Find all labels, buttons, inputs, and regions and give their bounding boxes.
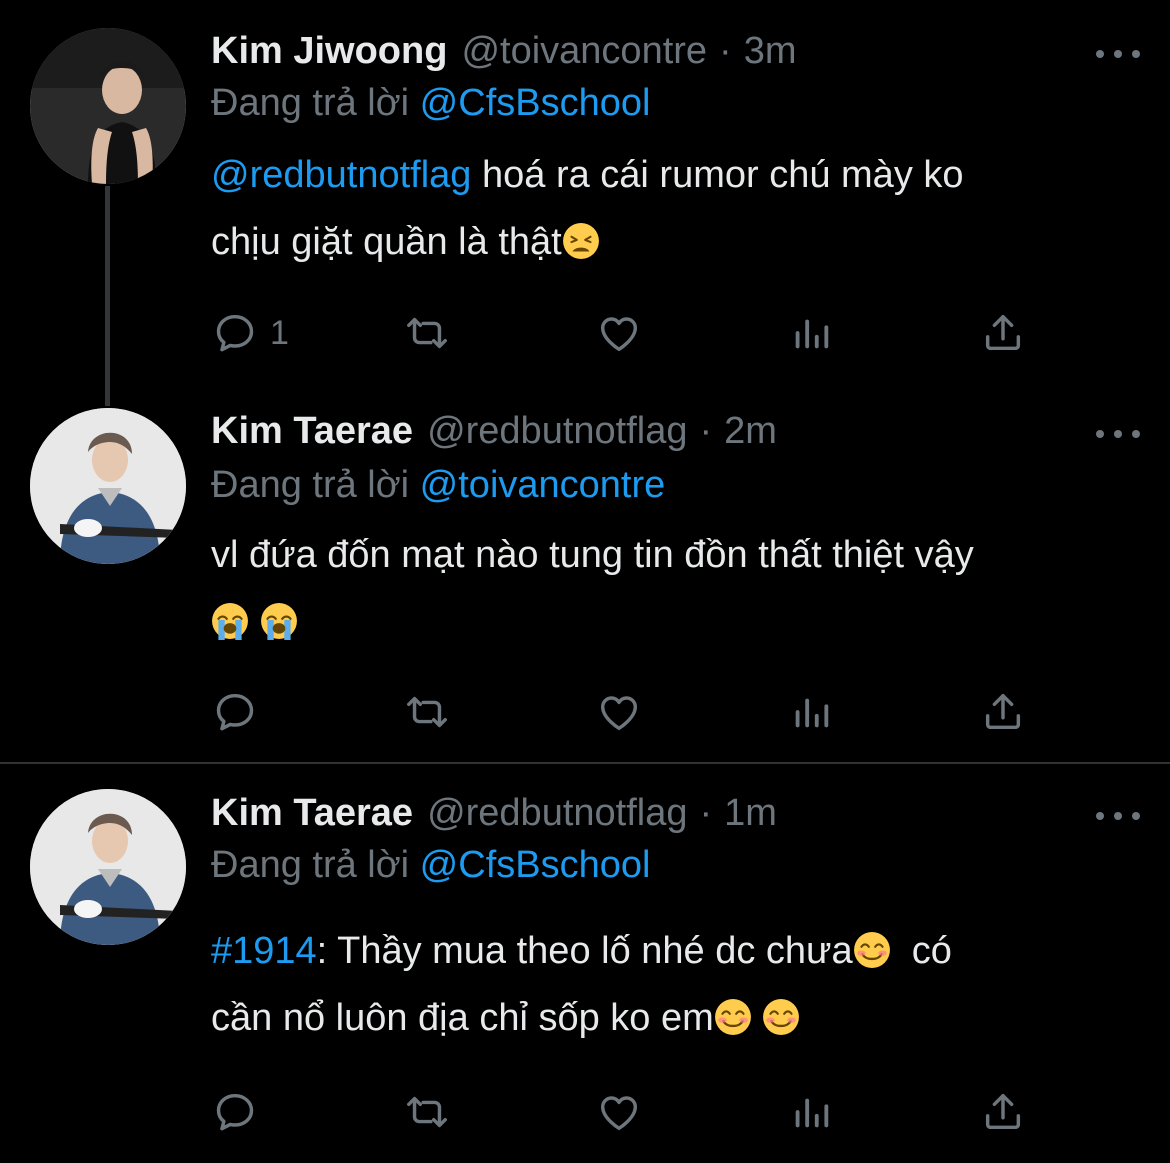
tweet-text: #1914: Thầy mua theo lố nhé dc chưa có c… [211,918,1131,1052]
share-icon [980,1089,1026,1135]
reply-prefix: Đang trả lời [211,82,410,124]
tweet-text: @redbutnotflag hoá ra cái rumor chú mày … [211,142,1131,276]
display-name[interactable]: Kim Taerae [211,792,413,835]
tweet-text-line: chịu giặt quần là thật [211,221,562,263]
share-button[interactable] [980,1089,1026,1135]
user-handle[interactable]: @toivancontre [461,30,707,73]
tweet-header: Kim Jiwoong @toivancontre · 3m [211,30,797,82]
reply-to-link[interactable]: @CfsBschool [420,82,651,124]
separator: · [699,410,713,452]
action-bar: 1 [212,310,1032,356]
share-icon [980,310,1026,356]
tweet-text-line: vl đứa đốn mạt nào tung tin đồn thất thi… [211,534,974,576]
like-button[interactable] [596,689,642,735]
analytics-icon [788,689,834,735]
reply-to-link[interactable]: @toivancontre [420,464,666,506]
tweet-header: Kim Taerae @redbutnotflag · 1m [211,792,777,844]
crying-face-emoji [211,602,249,640]
reply-context: Đang trả lời @CfsBschool [211,844,650,887]
like-icon [596,1089,642,1135]
smiling-face-emoji [853,931,891,969]
reply-button[interactable]: 1 [212,310,289,356]
reply-button[interactable] [212,1089,258,1135]
display-name[interactable]: Kim Jiwoong [211,30,447,73]
timestamp[interactable]: 3m [744,30,797,73]
tweet[interactable]: Kim Taerae @redbutnotflag · 1m Đang trả … [0,764,1170,1163]
like-button[interactable] [596,1089,642,1135]
retweet-icon [404,310,450,356]
retweet-icon [404,689,450,735]
tweet-text-line: hoá ra cái rumor chú mày ko [471,154,964,196]
smiling-face-emoji [762,998,800,1036]
retweet-button[interactable] [404,1089,450,1135]
retweet-icon [404,1089,450,1135]
action-bar [212,689,1032,735]
tweet-text-line: cần nổ luôn địa chỉ sốp ko em [211,997,714,1039]
share-icon [980,689,1026,735]
reply-count: 1 [270,313,289,352]
reply-prefix: Đang trả lời [211,844,410,886]
tweet[interactable]: Kim Taerae @redbutnotflag · 2m Đang trả … [0,380,1170,760]
like-icon [596,689,642,735]
reply-prefix: Đang trả lời [211,464,410,506]
reply-to-link[interactable]: @CfsBschool [420,844,651,886]
weary-face-emoji [562,222,600,260]
timestamp[interactable]: 2m [724,410,777,453]
user-handle[interactable]: @redbutnotflag [427,410,687,453]
reply-context: Đang trả lời @CfsBschool [211,82,650,125]
avatar[interactable] [30,28,186,184]
avatar[interactable] [30,789,186,945]
tweet-header: Kim Taerae @redbutnotflag · 2m [211,410,777,462]
reply-icon [212,310,258,356]
avatar[interactable] [30,408,186,564]
retweet-button[interactable] [404,310,450,356]
analytics-button[interactable] [788,310,834,356]
like-button[interactable] [596,310,642,356]
smiling-face-emoji [714,998,752,1036]
tweet-text-line: có [911,930,952,972]
analytics-icon [788,1089,834,1135]
share-button[interactable] [980,310,1026,356]
tweet-text: vl đứa đốn mạt nào tung tin đồn thất thi… [211,522,1131,656]
display-name[interactable]: Kim Taerae [211,410,413,453]
action-bar [212,1089,1032,1135]
crying-face-emoji [260,602,298,640]
reply-icon [212,1089,258,1135]
share-button[interactable] [980,689,1026,735]
separator: · [719,30,732,72]
hashtag-link[interactable]: #1914 [211,930,317,972]
mention-link[interactable]: @redbutnotflag [211,154,471,196]
more-icon[interactable] [1096,424,1140,444]
tweet-text-line: : Thầy mua theo lố nhé dc chưa [316,930,853,972]
like-icon [596,310,642,356]
reply-button[interactable] [212,689,258,735]
analytics-button[interactable] [788,689,834,735]
timestamp[interactable]: 1m [724,792,777,835]
retweet-button[interactable] [404,689,450,735]
analytics-button[interactable] [788,1089,834,1135]
separator: · [699,792,713,834]
user-handle[interactable]: @redbutnotflag [427,792,687,835]
analytics-icon [788,310,834,356]
tweet[interactable]: Kim Jiwoong @toivancontre · 3m Đang trả … [0,0,1170,380]
reply-icon [212,689,258,735]
reply-context: Đang trả lời @toivancontre [211,464,665,507]
more-icon[interactable] [1096,806,1140,826]
more-icon[interactable] [1096,44,1140,64]
